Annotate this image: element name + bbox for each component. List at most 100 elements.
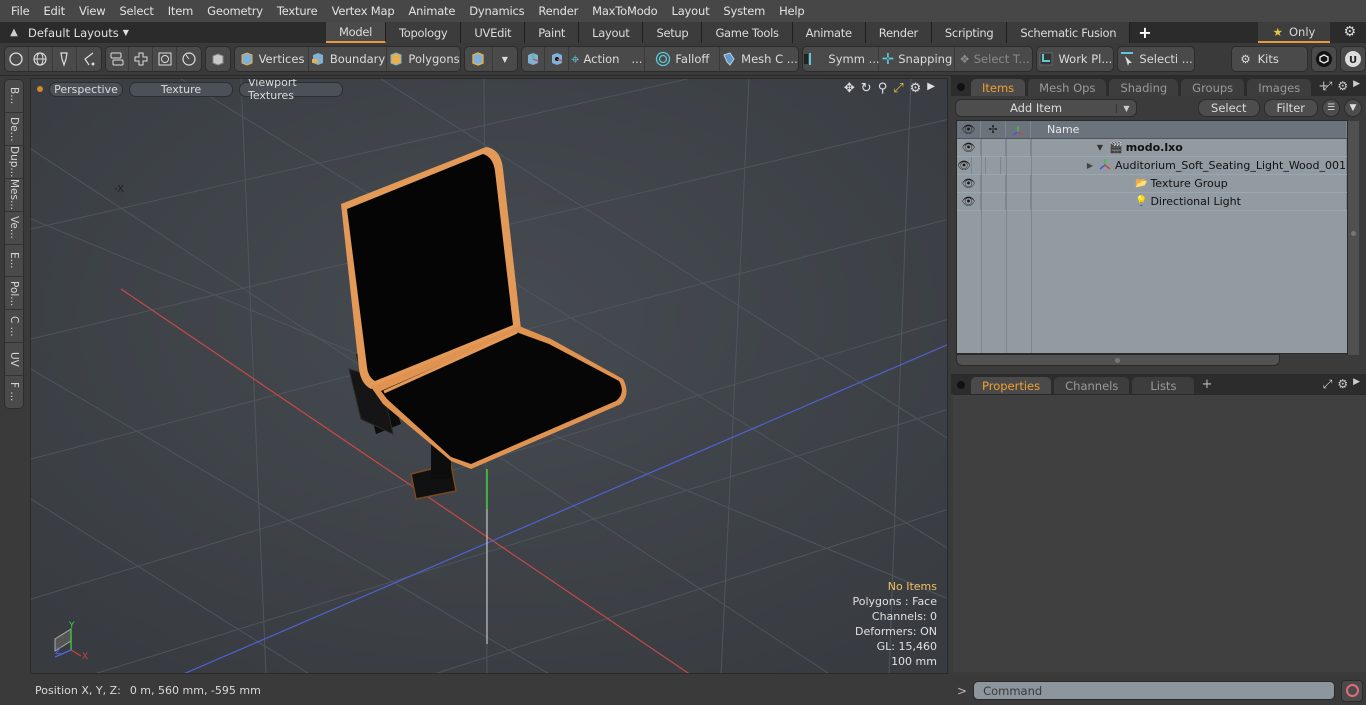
tab-images[interactable]: Images [1247,79,1312,96]
tree-row-directional-light[interactable]: 👁 💡 Directional Light [957,193,1347,211]
menu-animate[interactable]: Animate [401,4,462,18]
menu-geometry[interactable]: Geometry [200,4,270,18]
snapping-button[interactable]: ✛ Snapping [879,47,956,71]
expand-right-icon[interactable]: ▶ [1001,161,1099,170]
funnel-icon[interactable]: ▼ [1344,99,1362,117]
collapse-up-icon[interactable]: ▲ [0,27,28,38]
visibility-column-eye-icon[interactable]: 👁 [957,121,981,138]
tab-schematic-fusion[interactable]: Schematic Fusion [1007,22,1131,43]
rotate-icon[interactable]: ↻ [861,81,872,96]
tab-properties[interactable]: Properties [971,377,1052,394]
zoom-icon[interactable]: ⚲ [878,81,888,96]
layouts-selector[interactable]: ▲ Default Layouts ▼ [0,22,326,43]
tab-animate[interactable]: Animate [792,22,866,43]
viewport-gear-icon[interactable]: ⚙ [910,81,922,96]
3d-viewport[interactable]: -X Y X Z Perspective Texture Viewport Te… [30,78,948,674]
expand-right-icon[interactable]: ▶ [927,81,935,96]
tree-row-scene[interactable]: 👁 ▼ 🎬 modo.lxo [957,139,1347,157]
menu-item[interactable]: Item [161,4,200,18]
expand-down-icon[interactable]: ▼ [1031,143,1109,152]
left-tab-basic[interactable]: B... [5,80,23,113]
unwrap-tool-button[interactable] [129,47,154,71]
gear-icon[interactable]: ⚙ [1343,24,1356,40]
eye-icon[interactable]: 👁 [957,157,972,174]
shading-mode-button[interactable]: Texture [129,81,233,97]
action-center-a-button[interactable] [522,47,546,71]
tree-row-texture-group[interactable]: 👁 📂 Texture Group [957,175,1347,193]
only-toggle[interactable]: ★ Only [1258,22,1330,43]
falloff-button[interactable]: Falloff [645,47,721,71]
item-mode-button[interactable] [206,47,230,71]
name-column-header[interactable]: Name [1031,121,1347,138]
command-input[interactable]: Command [973,681,1336,700]
kits-button[interactable]: ⚙ Kits [1232,47,1308,71]
menu-maxtomodo[interactable]: MaxToModo [585,4,664,18]
left-tab-uv[interactable]: UV [5,343,23,377]
maximize-panel-icon[interactable]: ⤢ [1323,79,1333,94]
left-tab-deform[interactable]: De... [5,113,23,146]
menu-edit[interactable]: Edit [36,4,71,18]
panel-gear-icon[interactable]: ⚙ [1337,79,1348,94]
panel-options-dot[interactable] [957,381,965,389]
panel-options-dot[interactable] [957,83,965,91]
tab-uvedit[interactable]: UVEdit [461,22,526,43]
boundary-mode-button[interactable]: Boundary [309,47,388,71]
tab-scripting[interactable]: Scripting [931,22,1008,43]
pan-icon[interactable]: ✥ [844,81,855,96]
locator-column-icon[interactable] [1006,121,1031,138]
menu-render[interactable]: Render [531,4,585,18]
material-mode-dropdown[interactable]: ▼ [493,47,517,71]
action-button[interactable]: ⌖ Action... [569,47,646,71]
eye-icon[interactable]: 👁 [957,175,981,192]
add-item-button[interactable]: Add Item ▼ [955,99,1137,117]
tab-model[interactable]: Model [326,22,387,43]
tab-paint[interactable]: Paint [525,22,580,43]
mesh-constraint-button[interactable]: Mesh C ... [720,47,798,71]
menu-layout[interactable]: Layout [665,4,717,18]
pen-tool-button[interactable] [53,47,77,71]
menu-system[interactable]: System [716,4,772,18]
vertices-mode-button[interactable]: Vertices [235,47,310,71]
tab-lists[interactable]: Lists [1132,377,1195,394]
filter-button[interactable]: Filter [1263,99,1318,117]
selection-sets-button[interactable]: Selecti ... [1118,47,1194,71]
globe-tool-button[interactable] [29,47,53,71]
select-button[interactable]: Select [1198,99,1260,117]
tab-shading[interactable]: Shading [1109,79,1179,96]
unity-button[interactable] [1312,47,1336,71]
left-tab-edge[interactable]: E... [5,245,23,278]
select-through-button[interactable]: ❖ Select T... [955,47,1032,71]
maximize-icon[interactable]: ⤢ [893,81,903,96]
tab-layout[interactable]: Layout [579,22,644,43]
chevron-down-icon[interactable]: ▼ [1116,103,1136,113]
tree-vertical-scrollbar[interactable] [1347,121,1359,355]
loop-tool-button[interactable] [153,47,178,71]
tree-row-mesh[interactable]: 👁 ▶ Auditorium_Soft_Seating_Light_Wood_00… [957,157,1347,175]
menu-dynamics[interactable]: Dynamics [462,4,531,18]
viewport-textures-button[interactable]: Viewport Textures [239,79,343,102]
menu-texture[interactable]: Texture [270,4,325,18]
left-tab-polygon[interactable]: Pol... [5,277,23,311]
view-type-button[interactable]: Perspective [49,81,123,97]
eye-icon[interactable]: 👁 [957,139,981,156]
eye-icon[interactable]: 👁 [957,193,981,210]
add-panel-tab-button[interactable]: + [1201,377,1212,392]
tab-items[interactable]: Items [971,79,1026,96]
panel-gear-icon[interactable]: ⚙ [1337,377,1348,392]
tab-topology[interactable]: Topology [386,22,462,43]
curve-tool-button[interactable] [77,47,101,71]
left-tab-mesh-edit[interactable]: Mes... [5,179,23,212]
menu-vertex-map[interactable]: Vertex Map [325,4,402,18]
record-macro-button[interactable] [1341,679,1364,702]
tab-channels[interactable]: Channels [1054,377,1130,394]
panel-expand-icon[interactable]: ▶ [1353,79,1360,94]
action-center-b-button[interactable] [545,47,570,71]
maximize-panel-icon[interactable]: ⤢ [1323,377,1333,392]
left-tab-vertex[interactable]: Ve... [5,212,23,245]
dial-tool-button[interactable] [177,47,201,71]
tab-game-tools[interactable]: Game Tools [702,22,793,43]
material-mode-button[interactable] [465,47,493,71]
tab-groups[interactable]: Groups [1181,79,1245,96]
tab-mesh-ops[interactable]: Mesh Ops [1028,79,1107,96]
add-layout-tab-button[interactable]: + [1130,23,1159,42]
